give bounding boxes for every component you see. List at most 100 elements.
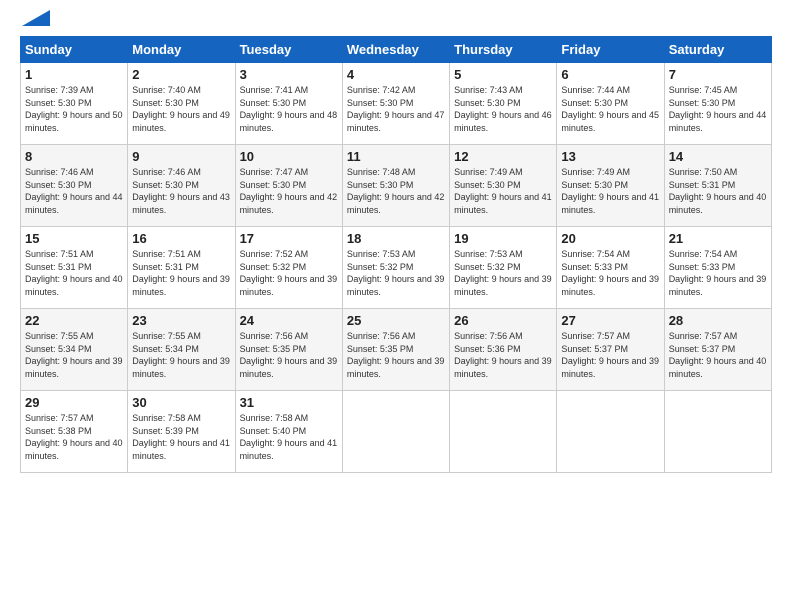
- day-info: Sunrise: 7:45 AMSunset: 5:30 PMDaylight:…: [669, 84, 767, 134]
- day-info: Sunrise: 7:46 AMSunset: 5:30 PMDaylight:…: [132, 166, 230, 216]
- day-info: Sunrise: 7:54 AMSunset: 5:33 PMDaylight:…: [561, 248, 659, 298]
- day-number: 22: [25, 313, 123, 328]
- calendar-cell: 3 Sunrise: 7:41 AMSunset: 5:30 PMDaylight…: [235, 63, 342, 145]
- day-info: Sunrise: 7:47 AMSunset: 5:30 PMDaylight:…: [240, 166, 338, 216]
- day-of-week-header: Monday: [128, 37, 235, 63]
- day-info: Sunrise: 7:55 AMSunset: 5:34 PMDaylight:…: [132, 330, 230, 380]
- day-info: Sunrise: 7:53 AMSunset: 5:32 PMDaylight:…: [347, 248, 445, 298]
- calendar-body: 1Sunrise: 7:39 AMSunset: 5:30 PMDaylight…: [21, 63, 772, 473]
- day-of-week-header: Saturday: [664, 37, 771, 63]
- day-number: 5: [454, 67, 552, 82]
- calendar-cell: 1Sunrise: 7:39 AMSunset: 5:30 PMDaylight…: [21, 63, 128, 145]
- day-info: Sunrise: 7:40 AMSunset: 5:30 PMDaylight:…: [132, 84, 230, 134]
- calendar-week-row: 8 Sunrise: 7:46 AMSunset: 5:30 PMDaylight…: [21, 145, 772, 227]
- day-number: 25: [347, 313, 445, 328]
- calendar-table: SundayMondayTuesdayWednesdayThursdayFrid…: [20, 36, 772, 473]
- day-info: Sunrise: 7:46 AMSunset: 5:30 PMDaylight:…: [25, 166, 123, 216]
- header: [20, 18, 772, 26]
- logo-icon: [22, 10, 50, 26]
- calendar-cell: 24 Sunrise: 7:56 AMSunset: 5:35 PMDayligh…: [235, 309, 342, 391]
- day-info: Sunrise: 7:52 AMSunset: 5:32 PMDaylight:…: [240, 248, 338, 298]
- day-number: 23: [132, 313, 230, 328]
- day-info: Sunrise: 7:50 AMSunset: 5:31 PMDaylight:…: [669, 166, 767, 216]
- day-info: Sunrise: 7:58 AMSunset: 5:39 PMDaylight:…: [132, 412, 230, 462]
- day-info: Sunrise: 7:53 AMSunset: 5:32 PMDaylight:…: [454, 248, 552, 298]
- day-info: Sunrise: 7:56 AMSunset: 5:35 PMDaylight:…: [347, 330, 445, 380]
- calendar-cell: 14 Sunrise: 7:50 AMSunset: 5:31 PMDayligh…: [664, 145, 771, 227]
- day-info: Sunrise: 7:58 AMSunset: 5:40 PMDaylight:…: [240, 412, 338, 462]
- calendar-cell: [557, 391, 664, 473]
- day-of-week-header: Wednesday: [342, 37, 449, 63]
- day-number: 4: [347, 67, 445, 82]
- day-number: 20: [561, 231, 659, 246]
- calendar-cell: 2 Sunrise: 7:40 AMSunset: 5:30 PMDaylight…: [128, 63, 235, 145]
- calendar-cell: 17Sunrise: 7:52 AMSunset: 5:32 PMDayligh…: [235, 227, 342, 309]
- day-number: 14: [669, 149, 767, 164]
- calendar-cell: 12Sunrise: 7:49 AMSunset: 5:30 PMDayligh…: [450, 145, 557, 227]
- day-info: Sunrise: 7:54 AMSunset: 5:33 PMDaylight:…: [669, 248, 767, 298]
- day-of-week-header: Friday: [557, 37, 664, 63]
- day-info: Sunrise: 7:44 AMSunset: 5:30 PMDaylight:…: [561, 84, 659, 134]
- day-number: 8: [25, 149, 123, 164]
- day-info: Sunrise: 7:42 AMSunset: 5:30 PMDaylight:…: [347, 84, 445, 134]
- day-info: Sunrise: 7:43 AMSunset: 5:30 PMDaylight:…: [454, 84, 552, 134]
- calendar-week-row: 15 Sunrise: 7:51 AMSunset: 5:31 PMDayligh…: [21, 227, 772, 309]
- calendar-cell: 28 Sunrise: 7:57 AMSunset: 5:37 PMDayligh…: [664, 309, 771, 391]
- day-number: 2: [132, 67, 230, 82]
- day-of-week-header: Thursday: [450, 37, 557, 63]
- day-number: 12: [454, 149, 552, 164]
- day-number: 24: [240, 313, 338, 328]
- calendar-cell: 29 Sunrise: 7:57 AMSunset: 5:38 PMDayligh…: [21, 391, 128, 473]
- calendar-cell: 27Sunrise: 7:57 AMSunset: 5:37 PMDayligh…: [557, 309, 664, 391]
- day-number: 31: [240, 395, 338, 410]
- calendar-cell: 18 Sunrise: 7:53 AMSunset: 5:32 PMDayligh…: [342, 227, 449, 309]
- calendar-cell: 16Sunrise: 7:51 AMSunset: 5:31 PMDayligh…: [128, 227, 235, 309]
- calendar-cell: 7 Sunrise: 7:45 AMSunset: 5:30 PMDaylight…: [664, 63, 771, 145]
- day-number: 21: [669, 231, 767, 246]
- day-number: 30: [132, 395, 230, 410]
- day-info: Sunrise: 7:49 AMSunset: 5:30 PMDaylight:…: [561, 166, 659, 216]
- calendar-header: SundayMondayTuesdayWednesdayThursdayFrid…: [21, 37, 772, 63]
- calendar-cell: 20 Sunrise: 7:54 AMSunset: 5:33 PMDayligh…: [557, 227, 664, 309]
- calendar-cell: 11Sunrise: 7:48 AMSunset: 5:30 PMDayligh…: [342, 145, 449, 227]
- day-number: 13: [561, 149, 659, 164]
- day-info: Sunrise: 7:51 AMSunset: 5:31 PMDaylight:…: [25, 248, 123, 298]
- day-number: 27: [561, 313, 659, 328]
- day-info: Sunrise: 7:57 AMSunset: 5:38 PMDaylight:…: [25, 412, 123, 462]
- day-of-week-header: Sunday: [21, 37, 128, 63]
- calendar-cell: [450, 391, 557, 473]
- day-number: 29: [25, 395, 123, 410]
- day-number: 26: [454, 313, 552, 328]
- day-info: Sunrise: 7:57 AMSunset: 5:37 PMDaylight:…: [669, 330, 767, 380]
- calendar-cell: 26 Sunrise: 7:56 AMSunset: 5:36 PMDayligh…: [450, 309, 557, 391]
- calendar-cell: 23 Sunrise: 7:55 AMSunset: 5:34 PMDayligh…: [128, 309, 235, 391]
- calendar-cell: 19Sunrise: 7:53 AMSunset: 5:32 PMDayligh…: [450, 227, 557, 309]
- calendar-cell: 10 Sunrise: 7:47 AMSunset: 5:30 PMDayligh…: [235, 145, 342, 227]
- calendar-cell: 5 Sunrise: 7:43 AMSunset: 5:30 PMDaylight…: [450, 63, 557, 145]
- calendar-cell: 8 Sunrise: 7:46 AMSunset: 5:30 PMDaylight…: [21, 145, 128, 227]
- day-number: 11: [347, 149, 445, 164]
- day-info: Sunrise: 7:56 AMSunset: 5:35 PMDaylight:…: [240, 330, 338, 380]
- day-number: 7: [669, 67, 767, 82]
- day-info: Sunrise: 7:51 AMSunset: 5:31 PMDaylight:…: [132, 248, 230, 298]
- calendar-week-row: 1Sunrise: 7:39 AMSunset: 5:30 PMDaylight…: [21, 63, 772, 145]
- calendar-cell: 9 Sunrise: 7:46 AMSunset: 5:30 PMDaylight…: [128, 145, 235, 227]
- calendar-cell: 6Sunrise: 7:44 AMSunset: 5:30 PMDaylight…: [557, 63, 664, 145]
- day-number: 3: [240, 67, 338, 82]
- calendar-cell: 4 Sunrise: 7:42 AMSunset: 5:30 PMDaylight…: [342, 63, 449, 145]
- page: SundayMondayTuesdayWednesdayThursdayFrid…: [0, 0, 792, 483]
- calendar-cell: 22 Sunrise: 7:55 AMSunset: 5:34 PMDayligh…: [21, 309, 128, 391]
- calendar-cell: [664, 391, 771, 473]
- day-number: 10: [240, 149, 338, 164]
- day-number: 15: [25, 231, 123, 246]
- day-info: Sunrise: 7:55 AMSunset: 5:34 PMDaylight:…: [25, 330, 123, 380]
- day-info: Sunrise: 7:56 AMSunset: 5:36 PMDaylight:…: [454, 330, 552, 380]
- calendar-cell: 21 Sunrise: 7:54 AMSunset: 5:33 PMDayligh…: [664, 227, 771, 309]
- day-info: Sunrise: 7:41 AMSunset: 5:30 PMDaylight:…: [240, 84, 338, 134]
- calendar-cell: 25 Sunrise: 7:56 AMSunset: 5:35 PMDayligh…: [342, 309, 449, 391]
- day-number: 18: [347, 231, 445, 246]
- calendar-cell: 30 Sunrise: 7:58 AMSunset: 5:39 PMDayligh…: [128, 391, 235, 473]
- day-number: 28: [669, 313, 767, 328]
- day-number: 9: [132, 149, 230, 164]
- day-number: 1: [25, 67, 123, 82]
